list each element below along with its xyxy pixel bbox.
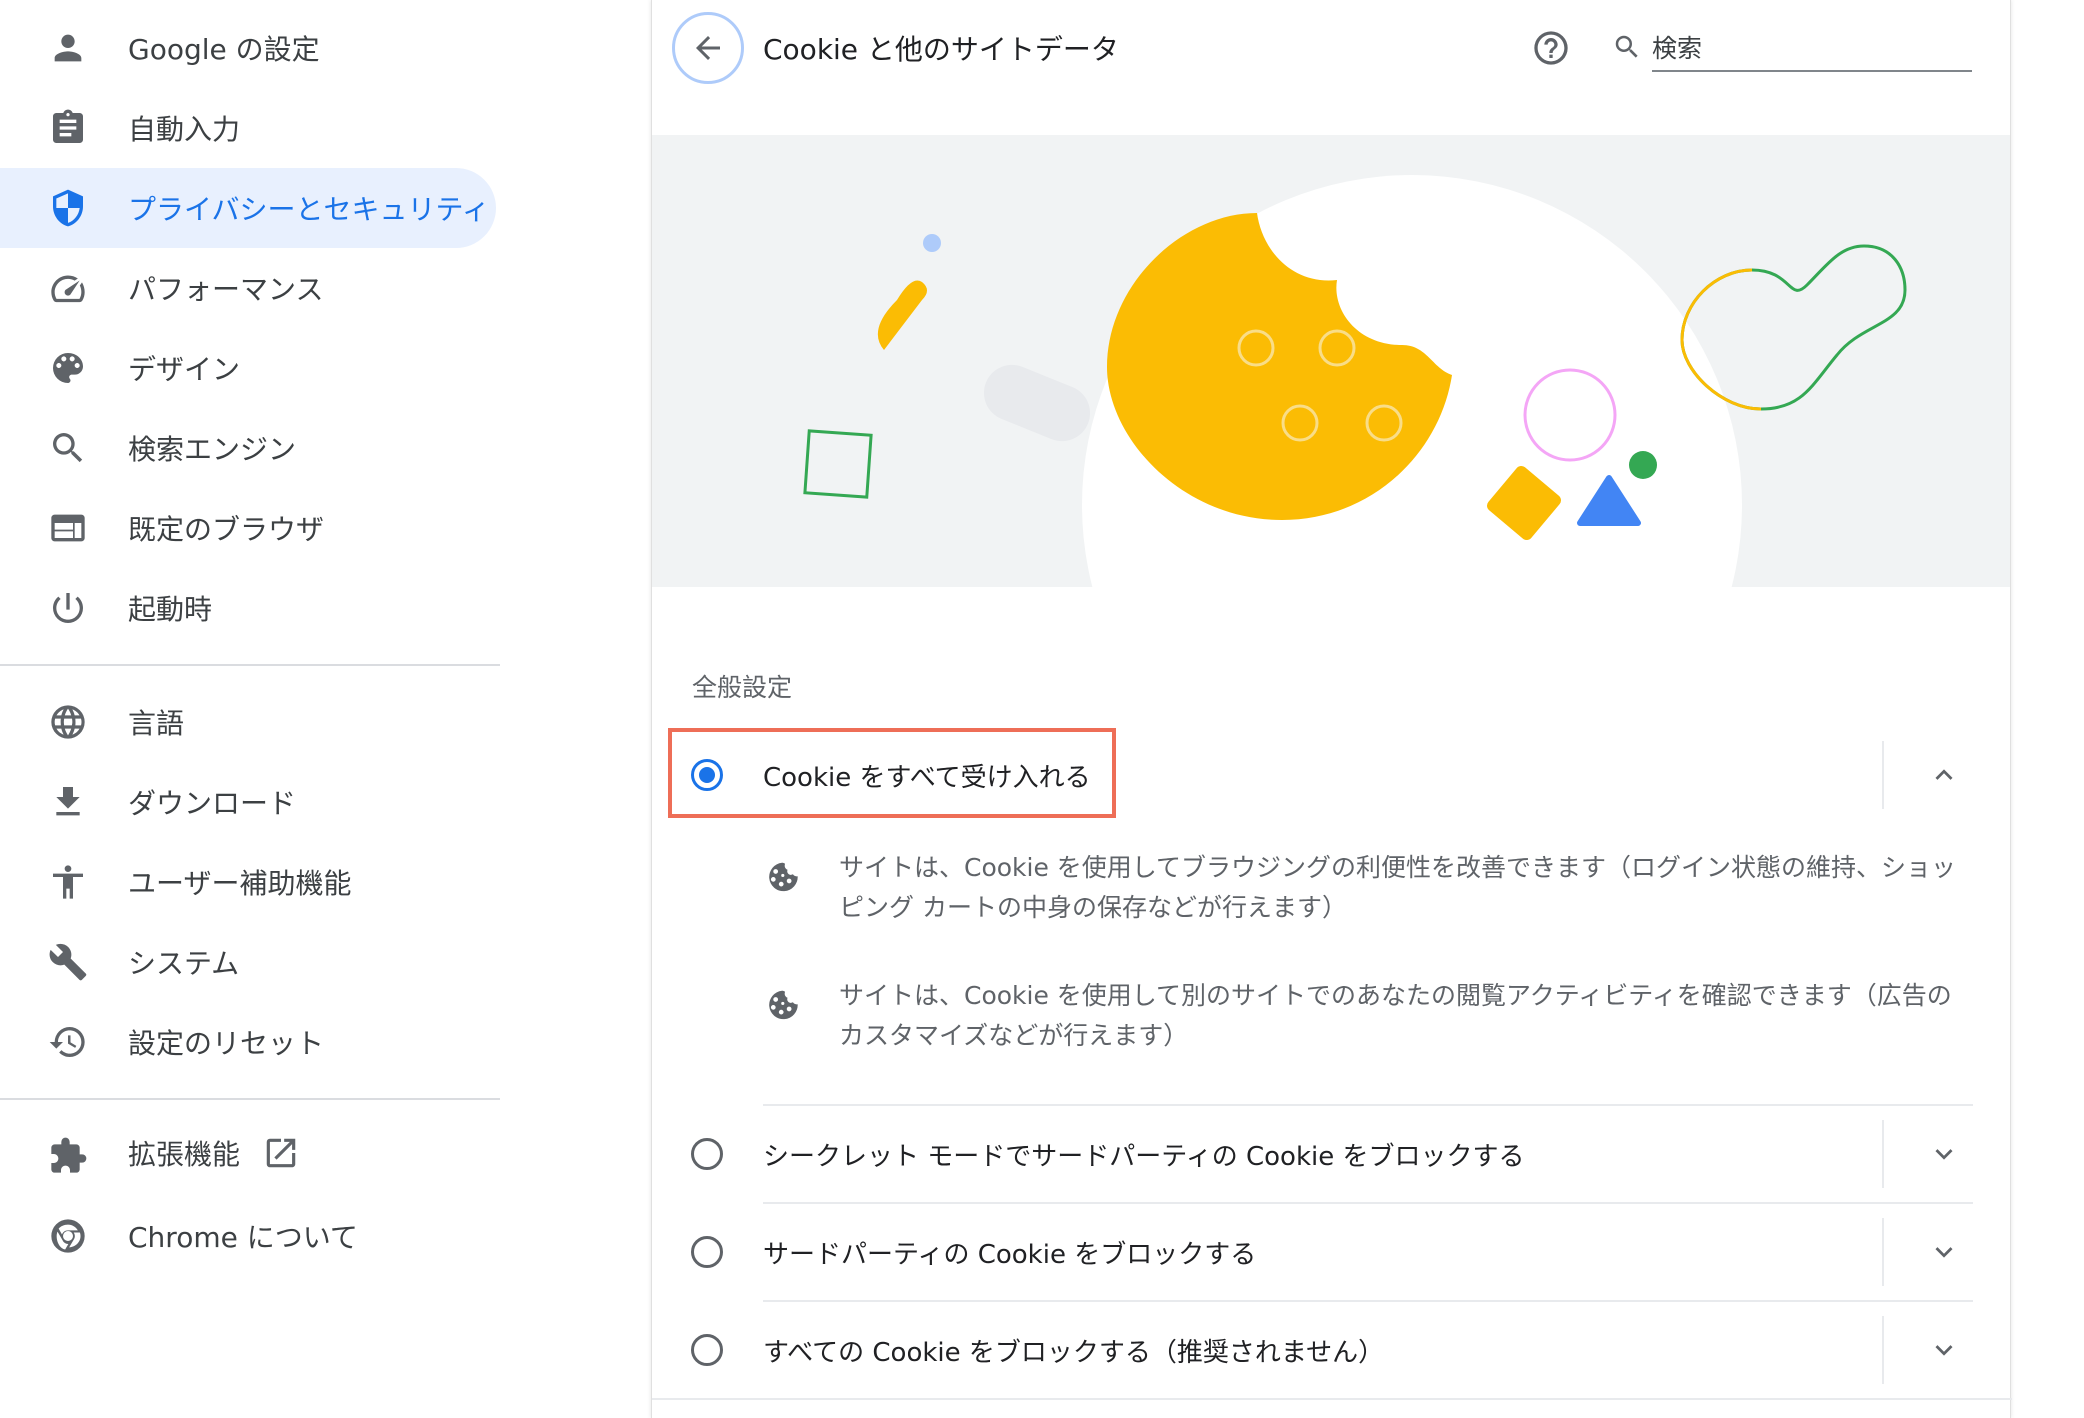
illustration-square xyxy=(803,429,873,499)
sidebar-item-autofill[interactable]: 自動入力 xyxy=(0,88,496,168)
option-divider xyxy=(1882,1120,1884,1188)
option-block-all-cookies[interactable]: すべての Cookie をブロックする（推奨されません） xyxy=(652,1302,2010,1398)
illustration-dot-blue xyxy=(923,234,941,252)
option-label: すべての Cookie をブロックする（推奨されません） xyxy=(763,1338,1385,1368)
sidebar-item-label: Chrome について xyxy=(128,1221,358,1254)
radio-button[interactable] xyxy=(691,1334,723,1366)
puzzle-icon xyxy=(46,1134,90,1178)
open-in-new-icon xyxy=(262,1134,300,1179)
expand-toggle[interactable] xyxy=(1924,1232,1964,1272)
sidebar-item-label: 拡張機能 xyxy=(128,1133,300,1179)
sidebar-item-performance[interactable]: パフォーマンス xyxy=(0,248,496,328)
cookie-icon xyxy=(763,986,803,1026)
cookie-icon xyxy=(763,858,803,898)
illustration-dot-green xyxy=(1629,451,1657,479)
wrench-icon xyxy=(46,940,90,984)
sidebar-item-label: 検索エンジン xyxy=(128,433,297,466)
sidebar-item-label: Google の設定 xyxy=(128,33,320,66)
chrome-icon xyxy=(46,1214,90,1258)
sidebar-item-label: プライバシーとセキュリティ xyxy=(128,193,490,226)
settings-sidebar: Google の設定 自動入力 プライバシーとセキュリティ パフォーマンス デザ… xyxy=(0,0,500,1418)
sidebar-item-label: 設定のリセット xyxy=(128,1027,325,1060)
power-icon xyxy=(46,586,90,630)
radio-button[interactable] xyxy=(691,1138,723,1170)
sidebar-item-extensions[interactable]: 拡張機能 xyxy=(0,1116,496,1196)
expand-toggle[interactable] xyxy=(1924,1330,1964,1370)
search-box xyxy=(1612,26,1972,72)
globe-icon xyxy=(46,700,90,744)
expand-toggle[interactable] xyxy=(1924,755,1964,795)
sidebar-item-default-browser[interactable]: 既定のブラウザ xyxy=(0,488,496,568)
sidebar-item-accessibility[interactable]: ユーザー補助機能 xyxy=(0,842,496,922)
option-divider xyxy=(1882,1316,1884,1384)
chevron-down-icon xyxy=(1935,1345,1953,1356)
chevron-up-icon xyxy=(1935,769,1953,780)
detail-item: サイトは、Cookie を使用して別のサイトでのあなたの閲覧アクティビティを確認… xyxy=(763,976,1973,1066)
illustration-pill xyxy=(983,364,1091,442)
chevron-down-icon xyxy=(1935,1149,1953,1160)
sidebar-item-label: システム xyxy=(128,947,240,980)
expand-toggle[interactable] xyxy=(1924,1134,1964,1174)
sidebar-item-label: パフォーマンス xyxy=(128,273,324,306)
search-input[interactable] xyxy=(1652,26,1972,72)
page-title: Cookie と他のサイトデータ xyxy=(763,33,1119,66)
card-header: Cookie と他のサイトデータ xyxy=(652,0,2010,135)
detail-text: サイトは、Cookie を使用して別のサイトでのあなたの閲覧アクティビティを確認… xyxy=(839,981,1952,1050)
accessibility-icon xyxy=(46,860,90,904)
person-icon xyxy=(46,26,90,70)
cookies-illustration-banner xyxy=(652,135,2010,587)
back-button[interactable] xyxy=(672,12,744,84)
sidebar-item-label: 既定のブラウザ xyxy=(128,513,325,546)
sidebar-item-label: 自動入力 xyxy=(128,113,241,146)
sidebar-item-label: 起動時 xyxy=(128,593,213,626)
sidebar-item-system[interactable]: システム xyxy=(0,922,496,1002)
option-divider xyxy=(1882,1218,1884,1286)
sidebar-item-google-settings[interactable]: Google の設定 xyxy=(0,8,496,88)
sidebar-item-label: ユーザー補助機能 xyxy=(128,867,352,900)
arrow-back-icon xyxy=(696,36,720,60)
option-block-third-party[interactable]: サードパーティの Cookie をブロックする xyxy=(652,1204,2010,1300)
help-icon[interactable] xyxy=(1531,28,1571,68)
sidebar-item-reset-settings[interactable]: 設定のリセット xyxy=(0,1002,496,1082)
sidebar-item-downloads[interactable]: ダウンロード xyxy=(0,762,496,842)
palette-icon xyxy=(46,346,90,390)
history-icon xyxy=(46,1020,90,1064)
sidebar-item-label: ダウンロード xyxy=(128,787,297,820)
speedometer-icon xyxy=(46,266,90,310)
sidebar-item-languages[interactable]: 言語 xyxy=(0,682,496,762)
clipboard-icon xyxy=(46,106,90,150)
search-icon xyxy=(46,426,90,470)
annotation-highlight-box xyxy=(668,728,1116,818)
sidebar-item-about-chrome[interactable]: Chrome について xyxy=(0,1196,496,1276)
browser-window-icon xyxy=(46,506,90,550)
section-label-general: 全般設定 xyxy=(692,673,793,702)
sidebar-item-on-startup[interactable]: 起動時 xyxy=(0,568,496,648)
shield-icon xyxy=(46,186,90,230)
download-icon xyxy=(46,780,90,824)
sidebar-item-privacy-security[interactable]: プライバシーとセキュリティ xyxy=(0,168,496,248)
detail-item: サイトは、Cookie を使用してブラウジングの利便性を改善できます（ログイン状… xyxy=(763,848,1973,938)
option-label: サードパーティの Cookie をブロックする xyxy=(763,1240,1257,1270)
card-bottom-separator xyxy=(652,1398,2012,1400)
cookies-settings-card: Cookie と他のサイトデータ 検索 全般設定 Cookie をすべて受け入れ… xyxy=(651,0,2012,1418)
option-block-third-party-incognito[interactable]: シークレット モードでサードパーティの Cookie をブロックする xyxy=(652,1106,2010,1202)
option-divider xyxy=(1882,741,1884,809)
sidebar-item-label: デザイン xyxy=(128,353,241,386)
cookies-illustration xyxy=(803,175,1907,587)
radio-button[interactable] xyxy=(691,1236,723,1268)
chevron-down-icon xyxy=(1935,1247,1953,1258)
sidebar-divider xyxy=(0,664,500,666)
sidebar-item-label: 言語 xyxy=(128,707,185,740)
search-icon xyxy=(1612,32,1644,64)
option-label: シークレット モードでサードパーティの Cookie をブロックする xyxy=(763,1142,1525,1172)
sidebar-divider xyxy=(0,1098,500,1100)
illustration-half-moon xyxy=(877,280,927,350)
detail-text: サイトは、Cookie を使用してブラウジングの利便性を改善できます（ログイン状… xyxy=(839,853,1957,922)
sidebar-item-search-engine[interactable]: 検索エンジン xyxy=(0,408,496,488)
sidebar-item-appearance[interactable]: デザイン xyxy=(0,328,496,408)
